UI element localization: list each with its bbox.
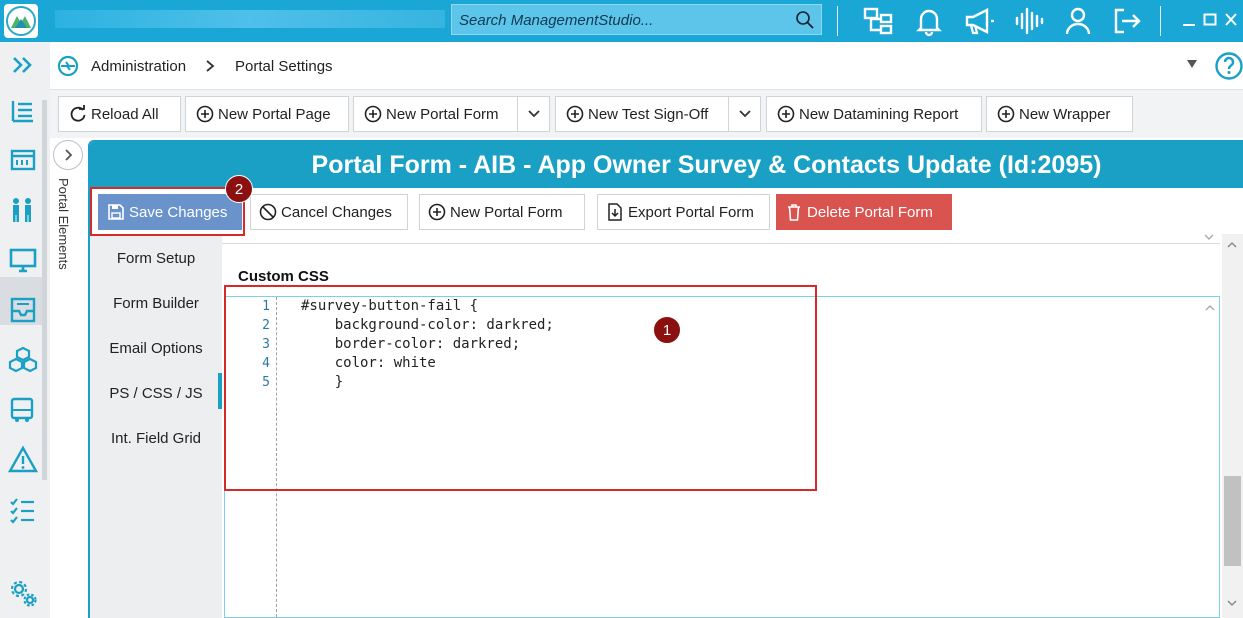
portal-elements-sidebar: Portal Elements <box>50 138 86 618</box>
form-left-nav: Form Setup Form Builder Email Options PS… <box>90 236 222 618</box>
breadcrumb-administration[interactable]: Administration <box>91 58 186 75</box>
people-icon[interactable] <box>8 195 38 225</box>
plus-circle-icon <box>364 105 382 123</box>
window-title-blurred <box>55 10 445 28</box>
inbox-icon[interactable] <box>8 295 38 325</box>
horizontal-scroll-strip[interactable] <box>222 234 1220 244</box>
new-portal-page-button[interactable]: New Portal Page <box>185 96 349 132</box>
form-action-bar: Save Changes Cancel Changes New Portal F… <box>90 188 1243 236</box>
plus-circle-icon <box>777 105 795 123</box>
annotation-badge-2: 2 <box>225 175 253 203</box>
search-input[interactable]: Search ManagementStudio... <box>459 12 653 29</box>
left-rail <box>0 42 50 618</box>
portal-sync-icon <box>57 55 79 77</box>
highlight-code-editor <box>224 285 817 491</box>
maximize-icon[interactable] <box>1203 10 1217 30</box>
app-logo[interactable] <box>4 4 38 38</box>
annotation-badge-1: 1 <box>653 316 681 344</box>
editor-scrollbar[interactable] <box>1201 297 1219 617</box>
cubes-icon[interactable] <box>8 345 38 375</box>
chevron-right-icon <box>206 60 215 72</box>
window-icon[interactable] <box>8 145 38 175</box>
bell-icon[interactable] <box>912 4 946 38</box>
search-icon[interactable] <box>795 10 815 30</box>
help-icon[interactable] <box>1214 51 1243 81</box>
portal-elements-toggle[interactable] <box>53 140 83 170</box>
plus-circle-icon <box>428 203 446 221</box>
chevron-right-icon <box>65 149 73 161</box>
megaphone-icon[interactable] <box>962 4 996 38</box>
highlight-save-changes <box>90 187 245 236</box>
bus-icon[interactable] <box>8 395 38 425</box>
separator <box>837 6 838 36</box>
toolbar: Reload All New Portal Page New Portal Fo… <box>50 90 1243 138</box>
page-title: Portal Form - AIB - App Owner Survey & C… <box>90 142 1243 188</box>
delete-portal-form-button[interactable]: Delete Portal Form <box>776 194 952 230</box>
new-portal-form-button[interactable]: New Portal Form <box>419 194 585 230</box>
search-box[interactable]: Search ManagementStudio... <box>451 4 822 35</box>
checklist-icon[interactable] <box>8 495 38 525</box>
audio-wave-icon[interactable] <box>1012 4 1046 38</box>
cancel-changes-button[interactable]: Cancel Changes <box>250 194 408 230</box>
breadcrumb-portal-settings[interactable]: Portal Settings <box>235 58 333 75</box>
close-icon[interactable] <box>1224 10 1238 30</box>
chevron-down-icon <box>1227 600 1237 606</box>
nav-ps-css-js[interactable]: PS / CSS / JS <box>90 371 222 416</box>
plus-circle-icon <box>196 105 214 123</box>
minimize-icon[interactable] <box>1182 10 1196 30</box>
rail-scrollbar[interactable] <box>42 100 47 480</box>
expand-rail-icon[interactable] <box>8 50 38 80</box>
plus-circle-icon <box>997 105 1015 123</box>
custom-css-label: Custom CSS <box>238 268 329 285</box>
chevron-up-icon <box>1227 242 1237 248</box>
chevron-down-icon <box>1204 234 1214 240</box>
trash-icon <box>788 204 800 221</box>
list-icon[interactable] <box>8 96 38 126</box>
export-file-icon <box>608 203 622 221</box>
portal-elements-label[interactable]: Portal Elements <box>56 178 71 270</box>
warning-icon[interactable] <box>8 445 38 475</box>
plus-circle-icon <box>566 105 584 123</box>
ban-icon <box>259 203 277 221</box>
user-icon[interactable] <box>1061 4 1095 38</box>
chevron-down-icon <box>738 110 751 118</box>
new-test-signoff-dropdown[interactable] <box>728 97 760 131</box>
page-scrollbar[interactable] <box>1222 234 1243 618</box>
dropdown-arrow-icon[interactable] <box>1185 58 1199 70</box>
breadcrumb: Administration Portal Settings <box>50 42 1243 90</box>
reload-all-button[interactable]: Reload All <box>58 96 181 132</box>
export-portal-form-button[interactable]: Export Portal Form <box>597 194 770 230</box>
nav-form-setup[interactable]: Form Setup <box>90 236 222 281</box>
new-portal-form-dropdown[interactable] <box>517 97 549 131</box>
new-wrapper-button[interactable]: New Wrapper <box>986 96 1133 132</box>
monitor-icon[interactable] <box>8 245 38 275</box>
new-portal-form-split-button[interactable]: New Portal Form <box>353 96 550 132</box>
reload-icon <box>70 105 86 122</box>
sitemap-icon[interactable] <box>861 4 895 38</box>
new-test-signoff-split-button[interactable]: New Test Sign-Off <box>555 96 761 132</box>
settings-cogs-icon[interactable] <box>8 578 38 608</box>
nav-form-builder[interactable]: Form Builder <box>90 281 222 326</box>
top-bar: Search ManagementStudio... <box>0 0 1243 42</box>
new-datamining-report-button[interactable]: New Datamining Report <box>766 96 982 132</box>
nav-email-options[interactable]: Email Options <box>90 326 222 371</box>
chevron-down-icon <box>527 110 540 118</box>
separator <box>1160 6 1161 36</box>
chevron-up-icon <box>1205 305 1215 311</box>
scrollbar-thumb[interactable] <box>1224 476 1241 566</box>
logout-icon[interactable] <box>1110 4 1144 38</box>
nav-int-field-grid[interactable]: Int. Field Grid <box>90 416 222 461</box>
